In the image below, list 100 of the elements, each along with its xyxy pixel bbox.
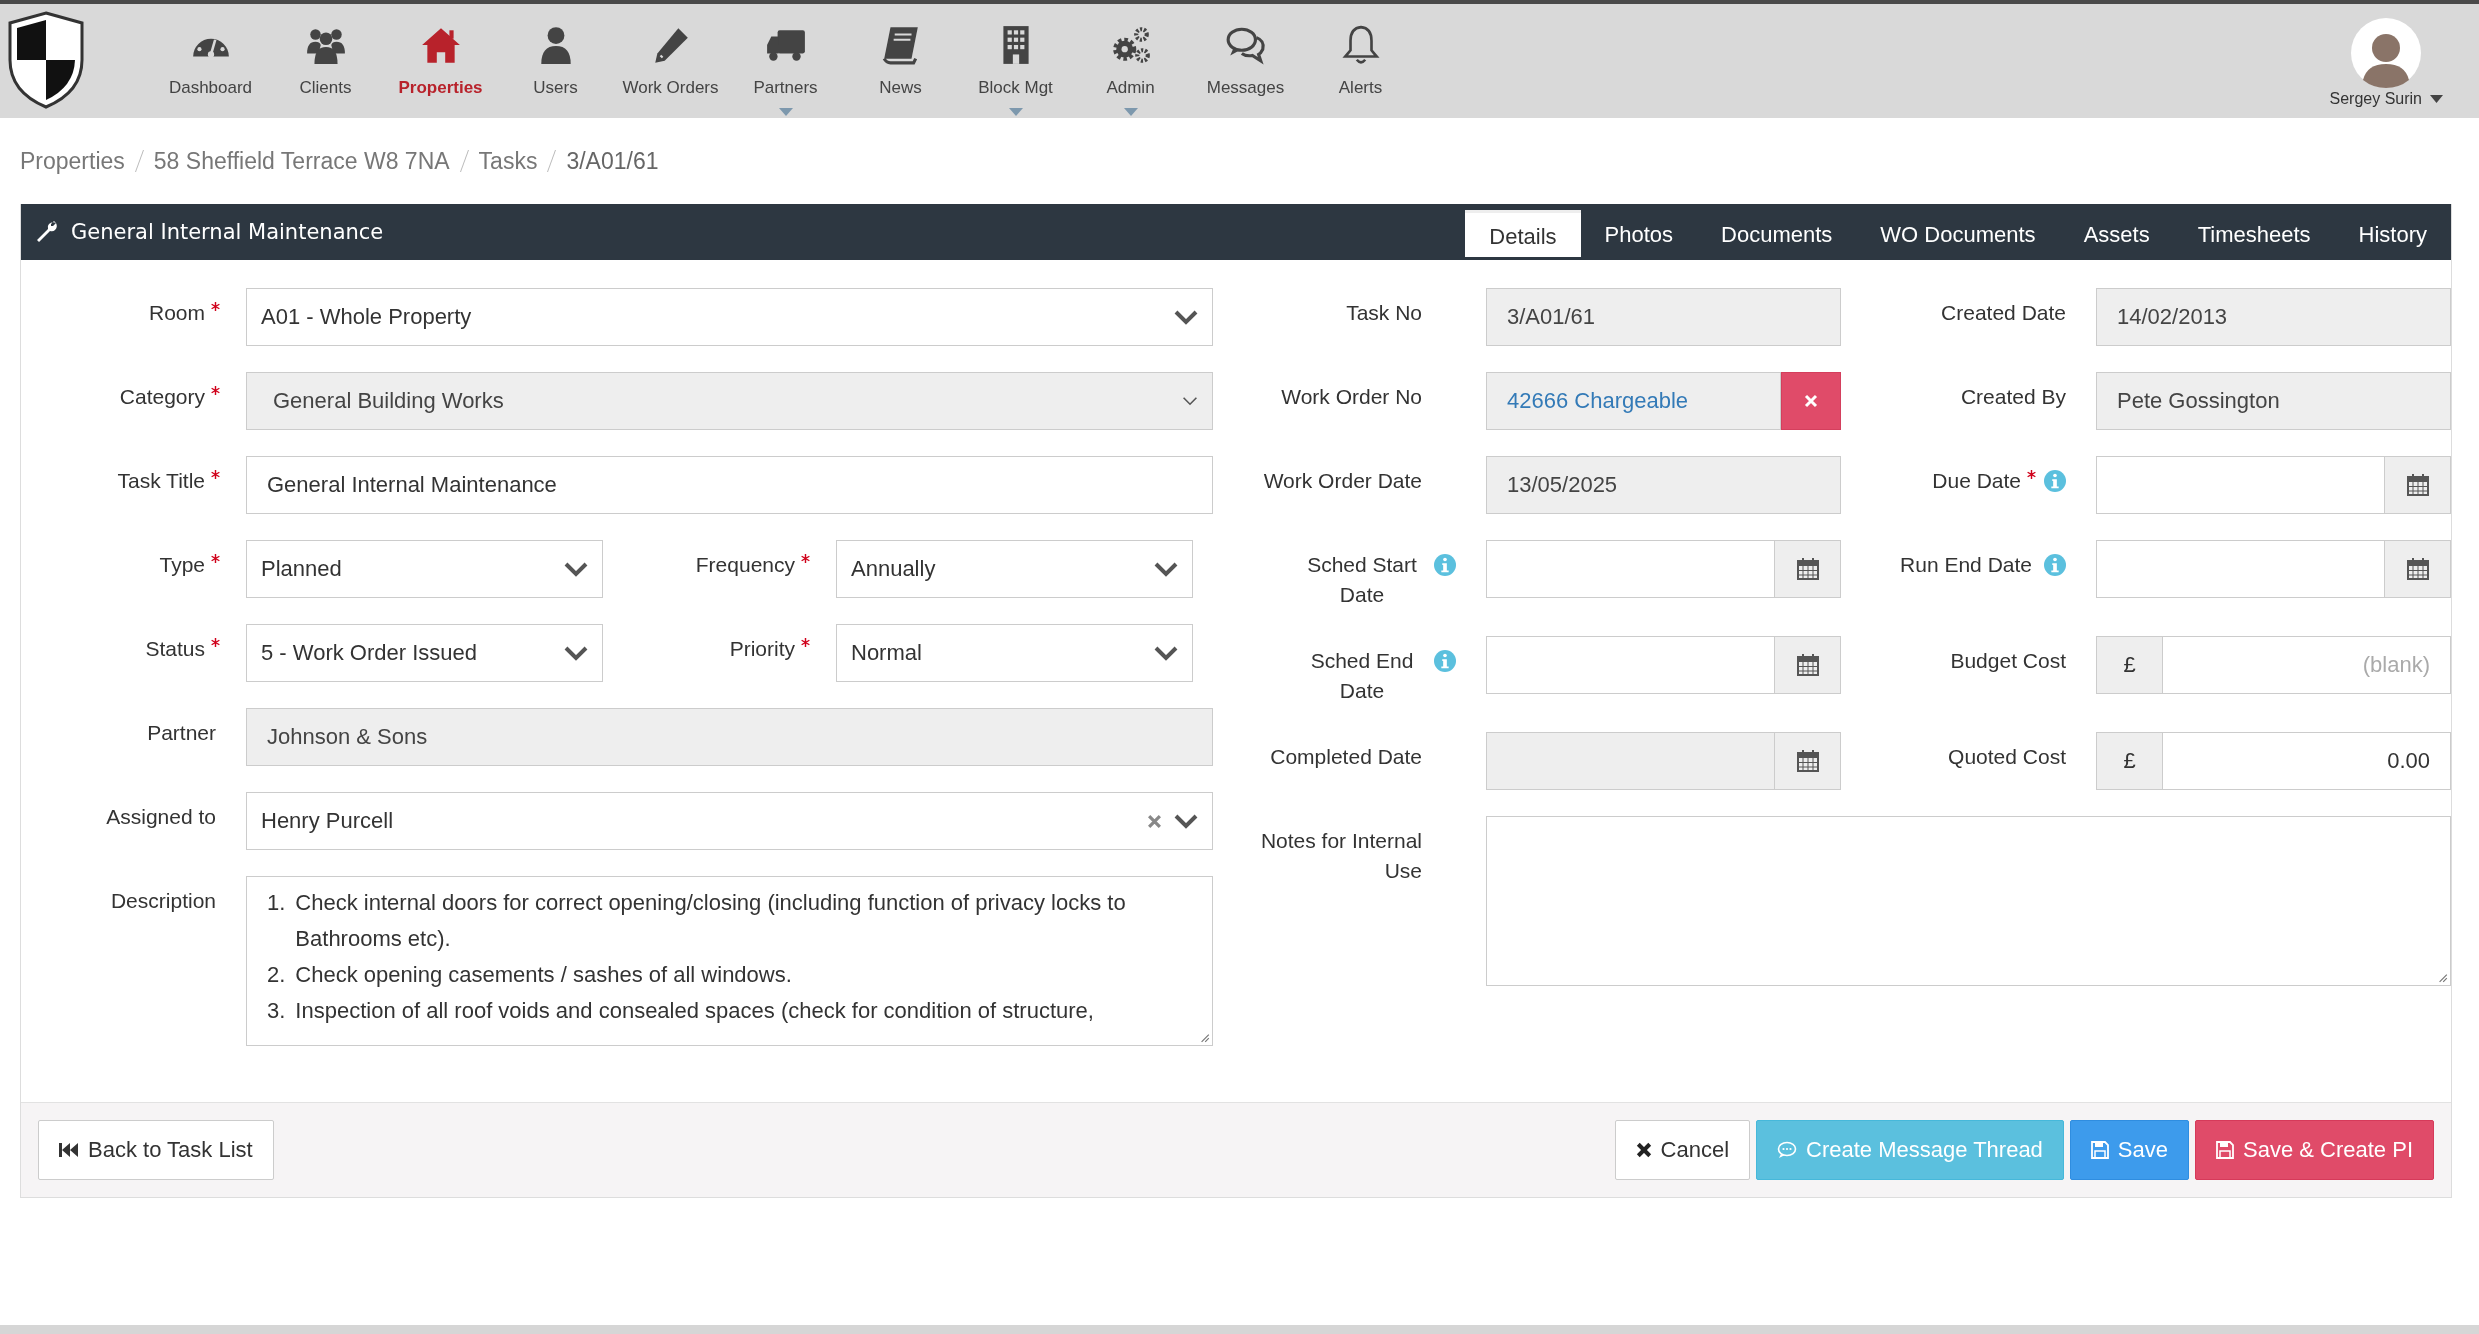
chevron-icon [1154, 645, 1178, 661]
nav-item[interactable]: Work Orders [613, 4, 728, 118]
date-field[interactable] [1486, 636, 1775, 694]
calendar-icon [2405, 557, 2430, 581]
nav-item[interactable]: Messages [1188, 4, 1303, 118]
tab[interactable]: Photos [1580, 210, 1698, 260]
field-label: Sched End Date [1309, 648, 1415, 704]
field-label: Category [119, 384, 205, 410]
nav-item[interactable]: Properties [383, 4, 498, 118]
panel-title: General Internal Maintenance [71, 220, 384, 244]
tab[interactable]: Documents [1697, 210, 1857, 260]
work-order-link[interactable]: 42666 Chargeable [1507, 388, 1689, 414]
field-label: Run End Date [1900, 552, 2032, 578]
field-label: Room [148, 300, 205, 326]
notes-field[interactable] [1486, 816, 2451, 986]
dropdown[interactable]: Planned [246, 540, 603, 598]
clear-button[interactable] [1781, 372, 1841, 430]
shield-logo[interactable] [6, 10, 86, 110]
tab[interactable]: Assets [2059, 210, 2174, 260]
date-field[interactable] [1486, 540, 1775, 598]
text-field[interactable]: General Internal Maintenance [246, 456, 1213, 514]
chevron-icon [564, 561, 588, 577]
breadcrumb-link[interactable]: 58 Sheffield Terrace W8 7NA [153, 147, 450, 175]
avatar[interactable] [2351, 18, 2422, 88]
currency-label: £ [2096, 732, 2162, 790]
calendar-button[interactable] [1775, 540, 1841, 598]
field-label: Budget Cost [1950, 648, 2066, 674]
dropdown[interactable]: Normal [836, 624, 1193, 682]
field-label: Created Date [1941, 300, 2066, 326]
nav-item[interactable]: Clients [268, 4, 383, 118]
calendar-button[interactable] [2385, 540, 2451, 598]
calendar-icon [2405, 473, 2430, 497]
field-label: Description [110, 888, 216, 914]
currency-label: £ [2096, 636, 2162, 694]
breadcrumb-link[interactable]: Tasks [478, 147, 538, 175]
description-line: 3. Inspection of all roof voids and consealed spaces (check for condition of structure, [267, 997, 1095, 1025]
field-label: Work Order No [1281, 384, 1422, 410]
info-icon[interactable] [2044, 470, 2066, 492]
description-line: 1. Check internal doors for correct opening/closing (including function of privacy locks to Bathrooms etc). [267, 889, 1127, 953]
field-label: Work Order Date [1263, 468, 1422, 494]
date-field[interactable] [2096, 540, 2385, 598]
nav-item[interactable]: Dashboard [153, 4, 268, 118]
breadcrumb-link[interactable]: Properties [20, 147, 125, 175]
calendar-icon [1795, 749, 1820, 773]
field-label: Priority [729, 636, 795, 662]
field-label: Notes for Internal Use [1260, 828, 1422, 884]
close-icon [1635, 1142, 1652, 1158]
clear-icon[interactable] [1147, 813, 1162, 829]
tab[interactable]: WO Documents [1856, 210, 2060, 260]
work-order-field[interactable]: 42666 Chargeable [1486, 372, 1781, 430]
field-label: Due Date [1932, 468, 2021, 494]
save-button[interactable]: Save & Create PI [2195, 1120, 2434, 1180]
field-label: Status [145, 636, 205, 662]
dropdown[interactable]: Henry Purcell [246, 792, 1213, 850]
calendar-icon [1795, 653, 1820, 677]
calendar-button[interactable] [2385, 456, 2451, 514]
field-label: Completed Date [1270, 744, 1422, 770]
dropdown[interactable]: 5 - Work Order Issued [246, 624, 603, 682]
dropdown[interactable]: A01 - Whole Property [246, 288, 1213, 346]
nav-item[interactable]: Block Mgt [958, 4, 1073, 118]
chevron-icon [1182, 396, 1198, 406]
field-label: Quoted Cost [1948, 744, 2066, 770]
field-label: Partner [147, 720, 216, 746]
calendar-button[interactable] [1775, 732, 1841, 790]
back-button[interactable]: Back to Task List [38, 1120, 274, 1180]
nav-item[interactable]: Alerts [1303, 4, 1418, 118]
date-field[interactable] [2096, 456, 2385, 514]
info-icon[interactable] [2044, 554, 2066, 576]
chevron-icon [1174, 309, 1198, 325]
tab[interactable]: Details [1465, 210, 1581, 257]
calendar-button[interactable] [1775, 636, 1841, 694]
cancel-button[interactable]: Cancel [1614, 1120, 1750, 1180]
description-field[interactable] [246, 876, 1213, 1046]
nav-item[interactable]: Partners [728, 4, 843, 118]
info-icon[interactable] [1434, 650, 1456, 672]
chevron-icon [1154, 561, 1178, 577]
resize-handle-icon[interactable] [2436, 971, 2448, 983]
nav-item[interactable]: Users [498, 4, 613, 118]
close-icon [1804, 394, 1818, 408]
nav-item[interactable]: Admin [1073, 4, 1188, 118]
money-field[interactable]: (blank) [2162, 636, 2451, 694]
wrench-icon [35, 220, 59, 244]
nav-item[interactable]: News [843, 4, 958, 118]
dropdown[interactable]: Annually [836, 540, 1193, 598]
field-label: Created By [1960, 384, 2066, 410]
money-field[interactable]: 0.00 [2162, 732, 2451, 790]
user-menu[interactable]: Sergey Surin [2329, 90, 2443, 108]
field-label: Frequency [695, 552, 795, 578]
caret-icon [2430, 95, 2443, 103]
chevron-icon [564, 645, 588, 661]
tab[interactable]: History [2334, 210, 2451, 260]
info-icon[interactable] [1434, 554, 1456, 576]
tab[interactable]: Timesheets [2173, 210, 2335, 260]
field-label: Sched Start Date [1306, 552, 1418, 608]
field-label: Task Title [117, 468, 205, 494]
resize-handle-icon[interactable] [1198, 1031, 1210, 1043]
field-label: Assigned to [106, 804, 216, 830]
field-label: Task No [1346, 300, 1422, 326]
field-label: Type [159, 552, 205, 578]
calendar-icon [1795, 557, 1820, 581]
